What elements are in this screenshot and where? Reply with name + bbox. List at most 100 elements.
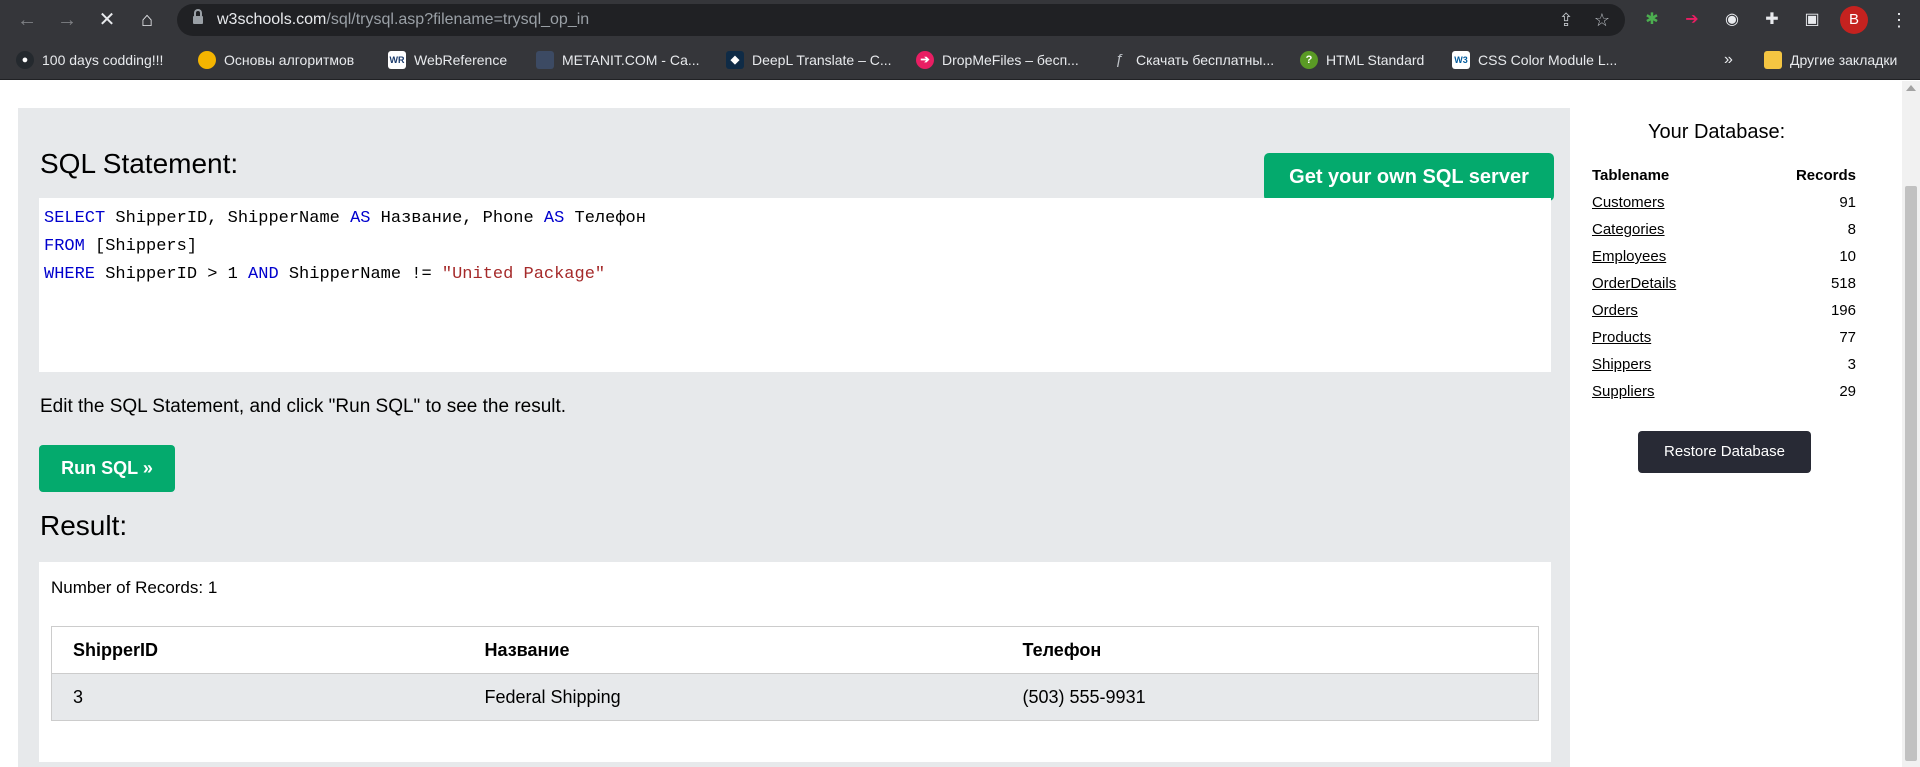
- table-row: Employees 10: [1592, 243, 1856, 270]
- more-bookmarks-button[interactable]: »: [1724, 50, 1733, 70]
- bookmark-item[interactable]: WR WebReference: [388, 50, 507, 70]
- table-header-row: Tablename Records: [1592, 161, 1856, 189]
- table-header-row: ShipperID Название Телефон: [51, 626, 1539, 674]
- bookmark-item[interactable]: ƒ Скачать бесплатны...: [1110, 50, 1274, 70]
- profile-avatar[interactable]: B: [1840, 6, 1868, 34]
- forward-arrow-icon[interactable]: →: [54, 7, 80, 33]
- result-box: Number of Records: 1 ShipperID Название …: [39, 562, 1551, 762]
- table-link-customers[interactable]: Customers: [1592, 194, 1665, 211]
- tablename-header: Tablename: [1592, 166, 1670, 184]
- restore-database-button[interactable]: Restore Database: [1638, 431, 1811, 473]
- sql-line-1: SELECT ShipperID, ShipperName AS Названи…: [44, 205, 1546, 233]
- record-count-cell: 8: [1847, 221, 1856, 238]
- result-table: ShipperID Название Телефон 3 Federal Shi…: [51, 626, 1539, 721]
- record-count-cell: 10: [1839, 248, 1856, 265]
- other-bookmarks-folder[interactable]: Другие закладки: [1764, 50, 1897, 70]
- dropmefiles-icon: ➔: [916, 51, 934, 69]
- side-panel-icon[interactable]: ▣: [1800, 8, 1824, 32]
- sql-statement-heading: SQL Statement:: [40, 148, 239, 179]
- table-link-orderdetails[interactable]: OrderDetails: [1592, 275, 1676, 292]
- sql-text: Название, Phone: [370, 209, 544, 228]
- sql-keyword: SELECT: [44, 209, 106, 228]
- sql-string: "United Package": [441, 265, 606, 284]
- sql-keyword: AND: [248, 265, 279, 284]
- get-sql-server-button[interactable]: Get your own SQL server: [1264, 153, 1554, 201]
- bookmark-item[interactable]: ? HTML Standard: [1300, 50, 1424, 70]
- other-bookmarks-label: Другие закладки: [1790, 52, 1898, 68]
- record-count: Number of Records: 1: [51, 578, 218, 597]
- records-header: Records: [1795, 166, 1856, 184]
- sql-keyword: AS: [350, 209, 371, 228]
- table-row: Categories 8: [1592, 216, 1856, 243]
- bookmark-item[interactable]: ● 100 days codding!!!: [16, 50, 163, 70]
- stop-loading-icon[interactable]: ✕: [94, 7, 120, 33]
- sql-keyword: AS: [543, 209, 565, 228]
- sql-text: Телефон: [564, 209, 646, 228]
- bookmark-item[interactable]: ◆ DeepL Translate – С...: [726, 50, 892, 70]
- extension-colorful-icon[interactable]: ✱: [1640, 8, 1664, 32]
- w3c-icon: W3: [1452, 51, 1470, 69]
- table-row: Shippers 3: [1592, 351, 1856, 378]
- sql-panel: SQL Statement: Get your own SQL server S…: [18, 108, 1570, 767]
- fs-icon: ƒ: [1114, 51, 1124, 68]
- record-count-cell: 518: [1830, 275, 1856, 292]
- table-cell: (503) 555-9931: [1001, 673, 1539, 721]
- table-link-categories[interactable]: Categories: [1592, 221, 1665, 238]
- sql-line-3: WHERE ShipperID > 1 AND ShipperName != "…: [44, 261, 1546, 289]
- deepl-icon: ◆: [726, 51, 744, 69]
- record-count-cell: 91: [1839, 194, 1856, 211]
- folder-icon: [1764, 51, 1782, 69]
- bookmark-item[interactable]: W3 CSS Color Module L...: [1452, 50, 1617, 70]
- sql-keyword: FROM: [44, 237, 85, 256]
- home-icon[interactable]: ⌂: [134, 7, 160, 33]
- record-count-cell: 3: [1847, 356, 1856, 373]
- sql-text: ShipperName !=: [278, 265, 442, 284]
- page-scrollbar[interactable]: [1902, 81, 1920, 767]
- extensions-puzzle-icon[interactable]: ✚: [1760, 8, 1784, 32]
- table-link-employees[interactable]: Employees: [1592, 248, 1666, 265]
- run-sql-button[interactable]: Run SQL »: [39, 445, 175, 492]
- browser-menu-icon[interactable]: ⋮: [1890, 8, 1908, 32]
- wr-icon: WR: [388, 51, 406, 69]
- scroll-up-arrow-icon[interactable]: [1906, 85, 1916, 91]
- bookmark-label: DeepL Translate – С...: [752, 52, 892, 68]
- table-link-orders[interactable]: Orders: [1592, 302, 1638, 319]
- table-link-shippers[interactable]: Shippers: [1592, 356, 1651, 373]
- record-count-cell: 196: [1830, 302, 1856, 319]
- lock-icon[interactable]: [193, 9, 203, 25]
- result-heading: Result:: [40, 510, 128, 541]
- bookmark-star-icon[interactable]: ☆: [1591, 9, 1613, 31]
- colorful-circle-icon: [198, 51, 216, 69]
- table-row: 3 Federal Shipping (503) 555-9931: [51, 673, 1539, 721]
- extension-dropmefiles-icon[interactable]: ➔: [1680, 8, 1704, 32]
- github-icon: ●: [16, 51, 34, 69]
- bookmarks-bar: ● 100 days codding!!! Основы алгоритмов W…: [0, 40, 1920, 80]
- column-header: Название: [463, 626, 1002, 674]
- bookmark-item[interactable]: ➔ DropMeFiles – бесп...: [916, 50, 1079, 70]
- extension-circle-icon[interactable]: ◉: [1720, 8, 1744, 32]
- table-row: Orders 196: [1592, 297, 1856, 324]
- your-database-title: Your Database:: [1648, 121, 1786, 143]
- record-count-cell: 77: [1839, 329, 1856, 346]
- table-cell: 3: [51, 673, 464, 721]
- sql-editor[interactable]: SELECT ShipperID, ShipperName AS Названи…: [39, 198, 1551, 372]
- bookmark-label: CSS Color Module L...: [1478, 52, 1618, 68]
- bookmark-label: WebReference: [414, 52, 508, 68]
- share-icon[interactable]: ⇪: [1555, 9, 1577, 31]
- url-path: /sql/trysql.asp?filename=trysql_op_in: [326, 11, 590, 28]
- table-link-products[interactable]: Products: [1592, 329, 1651, 346]
- bookmark-label: Основы алгоритмов: [224, 52, 355, 68]
- metanit-icon: [536, 51, 554, 69]
- url-text[interactable]: w3schools.com/sql/trysql.asp?filename=tr…: [217, 11, 589, 29]
- url-host: w3schools.com: [217, 11, 327, 28]
- bookmark-item[interactable]: Основы алгоритмов: [198, 50, 354, 70]
- address-bar[interactable]: w3schools.com/sql/trysql.asp?filename=tr…: [177, 4, 1625, 36]
- whatwg-icon: ?: [1300, 51, 1318, 69]
- table-link-suppliers[interactable]: Suppliers: [1592, 383, 1655, 400]
- back-arrow-icon[interactable]: ←: [14, 7, 40, 33]
- scrollbar-thumb[interactable]: [1905, 186, 1917, 761]
- table-row: Suppliers 29: [1592, 378, 1856, 405]
- sql-line-2: FROM [Shippers]: [44, 233, 1546, 261]
- bookmark-item[interactable]: METANIT.COM - Са...: [536, 50, 700, 70]
- browser-toolbar: ← → ✕ ⌂ w3schools.com/sql/trysql.asp?fil…: [0, 0, 1920, 40]
